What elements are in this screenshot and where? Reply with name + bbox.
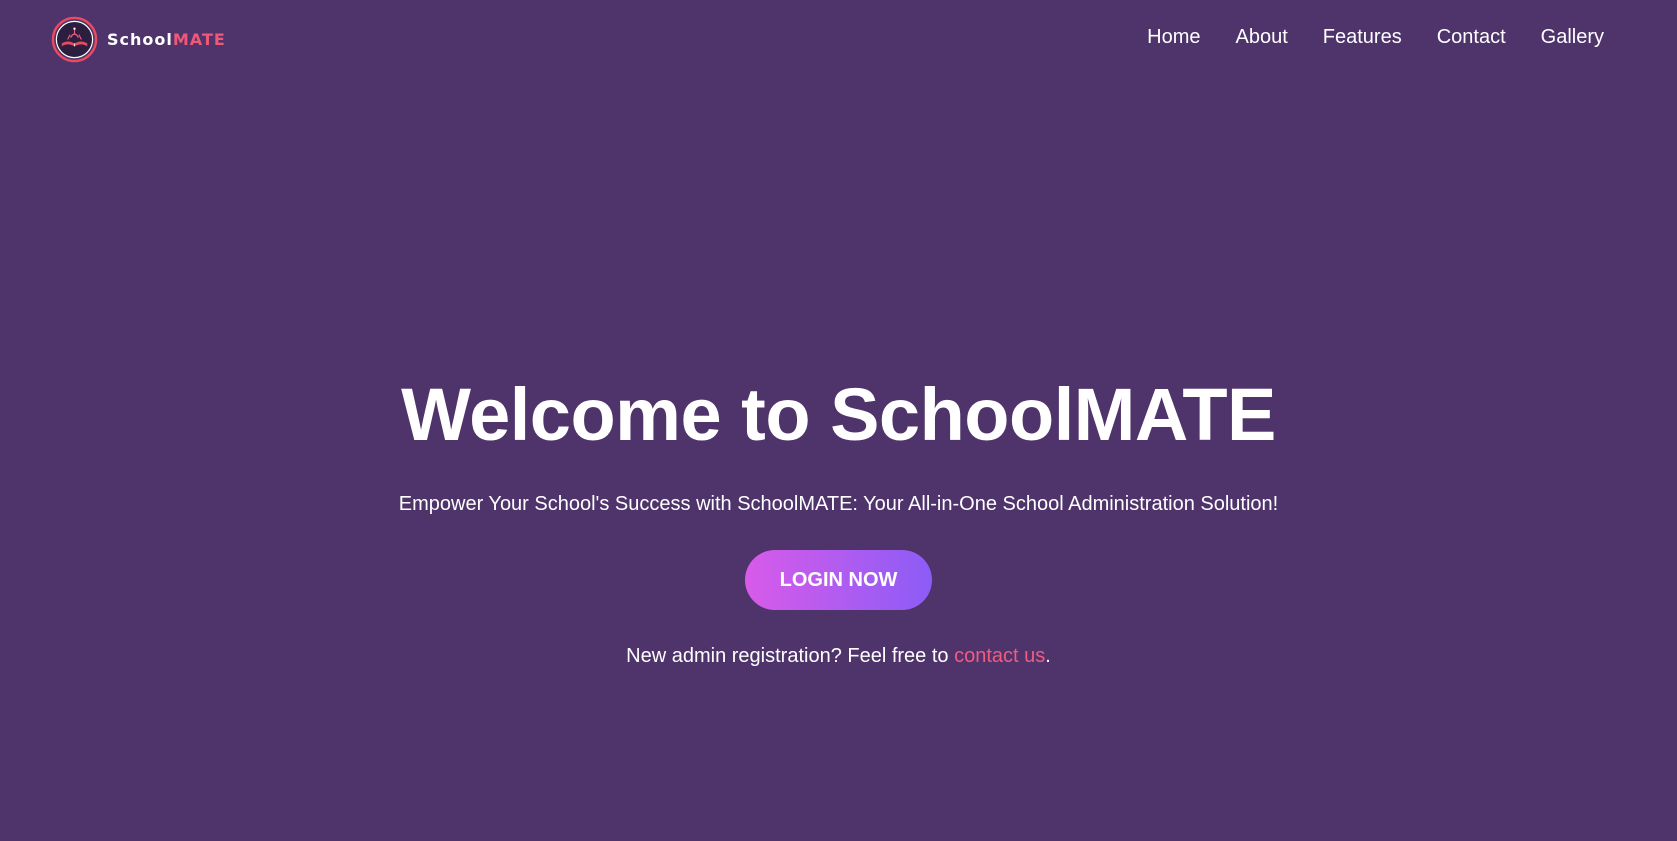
hero-title: Welcome to SchoolMATE — [401, 373, 1276, 456]
nav-item-home[interactable]: Home — [1147, 26, 1200, 49]
hero-section: Welcome to SchoolMATE Empower Your Schoo… — [0, 370, 1677, 670]
registration-note: New admin registration? Feel free to con… — [0, 642, 1677, 670]
registration-note-prefix: New admin registration? Feel free to — [626, 645, 955, 667]
nav-item-gallery[interactable]: Gallery — [1541, 26, 1604, 49]
brand-logo-link[interactable]: SchoolMATE — [51, 16, 226, 63]
nav-item-contact[interactable]: Contact — [1437, 26, 1506, 49]
brand-name: SchoolMATE — [107, 30, 226, 49]
page: SchoolMATE Home About Features Contact G… — [0, 0, 1677, 841]
brand-name-part1: School — [107, 30, 173, 49]
contact-us-link[interactable]: contact us — [954, 645, 1045, 667]
nav-item-about[interactable]: About — [1236, 26, 1288, 49]
registration-note-suffix: . — [1045, 645, 1051, 667]
main-nav: Home About Features Contact Gallery — [1147, 26, 1604, 49]
brand-name-part2: MATE — [172, 30, 226, 49]
open-book-circle-logo-icon — [51, 16, 98, 63]
navbar: SchoolMATE Home About Features Contact G… — [0, 0, 1677, 80]
login-now-button[interactable]: LOGIN NOW — [745, 550, 932, 610]
hero-subtitle: Empower Your School's Success with Schoo… — [398, 493, 1279, 515]
nav-item-features[interactable]: Features — [1323, 26, 1402, 49]
